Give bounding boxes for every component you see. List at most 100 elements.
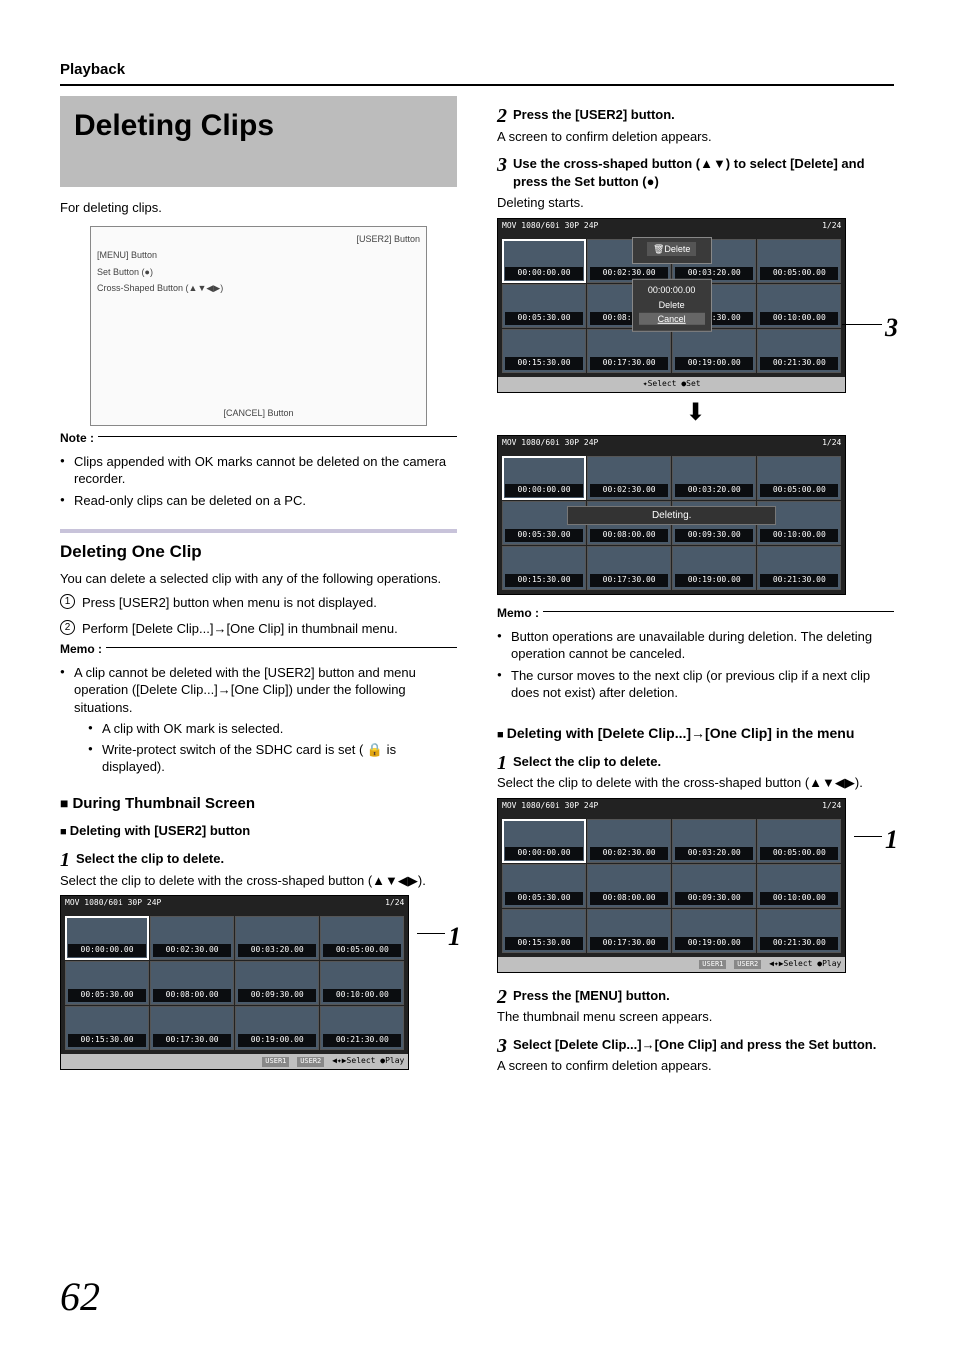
thumbnail-cell[interactable]: 00:00:00.00	[502, 239, 586, 283]
arrow-down-icon: ⬇	[497, 397, 894, 429]
thumbnail-timecode: 00:05:30.00	[505, 529, 583, 542]
tag-user2: USER2	[297, 1057, 324, 1066]
thumbnail-cell[interactable]: 00:15:30.00	[502, 909, 586, 953]
thumbnail-cell[interactable]: 00:10:00.00	[320, 961, 404, 1005]
thumbnail-cell[interactable]: 00:19:00.00	[672, 909, 756, 953]
page-number: 62	[60, 1270, 100, 1324]
step-number: 3	[497, 152, 507, 179]
thumbnail-cell[interactable]: 00:21:30.00	[757, 546, 841, 590]
intro-text: For deleting clips.	[60, 199, 457, 217]
screen-count: 1/24	[822, 221, 841, 232]
step-3: 3 Use the cross-shaped button (▲▼) to se…	[497, 155, 894, 190]
note-item: Clips appended with OK marks cannot be d…	[60, 453, 457, 488]
thumbnail-timecode: 00:10:00.00	[760, 529, 838, 542]
thumbnail-cell[interactable]: 00:15:30.00	[502, 546, 586, 590]
tag-user1: USER1	[262, 1057, 289, 1066]
op-item: 2Perform [Delete Clip...]→[One Clip] in …	[60, 620, 457, 638]
thumbnail-cell[interactable]: 00:03:20.00	[672, 456, 756, 500]
thumbnail-cell[interactable]: 00:05:30.00	[502, 284, 586, 328]
thumbnail-timecode: 00:10:00.00	[323, 989, 401, 1002]
step-number: 2	[497, 984, 507, 1011]
thumbnail-cell[interactable]: 00:21:30.00	[757, 329, 841, 373]
thumbnail-cell[interactable]: 00:17:30.00	[587, 546, 671, 590]
tag-user1: USER1	[699, 960, 726, 969]
memo-title: Memo :	[60, 641, 106, 657]
screen-count: 1/24	[822, 438, 841, 449]
menu-step-2: 2 Press the [MENU] button.	[497, 987, 894, 1005]
memo-title: Memo :	[497, 605, 543, 621]
thumbnail-cell[interactable]: 00:00:00.00	[502, 819, 586, 863]
thumbnail-cell[interactable]: 00:02:30.00	[587, 819, 671, 863]
label-menu-button: [MENU] Button	[97, 249, 157, 261]
thumbnail-timecode: 00:05:30.00	[505, 892, 583, 905]
thumbnail-cell[interactable]: 00:19:00.00	[672, 329, 756, 373]
thumbnail-cell[interactable]: 00:00:00.00	[502, 456, 586, 500]
thumbnail-cell[interactable]: 00:17:30.00	[587, 329, 671, 373]
thumbnail-timecode: 00:02:30.00	[590, 267, 668, 280]
thumbnail-cell[interactable]: 00:19:00.00	[235, 1006, 319, 1050]
thumbnail-timecode: 00:05:00.00	[760, 484, 838, 497]
note-title: Note :	[60, 430, 98, 446]
thumbnail-timecode: 00:09:30.00	[675, 529, 753, 542]
thumbnail-cell[interactable]: 00:05:30.00	[502, 864, 586, 908]
tag-user2: USER2	[734, 960, 761, 969]
thumbnail-cell[interactable]: 00:21:30.00	[757, 909, 841, 953]
note-block: Note : Clips appended with OK marks cann…	[60, 436, 457, 509]
label-cancel-button: [CANCEL] Button	[223, 407, 293, 419]
thumbnail-cell[interactable]: 00:05:00.00	[757, 239, 841, 283]
thumbnail-timecode: 00:15:30.00	[505, 357, 583, 370]
thumbnail-cell[interactable]: 00:08:00.00	[587, 864, 671, 908]
thumbnail-timecode: 00:00:00.00	[505, 267, 583, 280]
step-1-body: Select the clip to delete with the cross…	[60, 872, 457, 890]
thumbnail-timecode: 00:19:00.00	[675, 574, 753, 587]
thumbnail-cell[interactable]: 00:02:30.00	[587, 456, 671, 500]
bottom-controls: ◀✦▶Select ●Play	[332, 1056, 404, 1065]
thumbnail-cell[interactable]: 00:09:30.00	[235, 961, 319, 1005]
thumbnail-timecode: 00:00:00.00	[68, 944, 146, 957]
divider-bar	[60, 529, 457, 533]
step-2-body: A screen to confirm deletion appears.	[497, 128, 894, 146]
thumbnail-cell[interactable]: 00:08:00.00	[150, 961, 234, 1005]
thumbnail-cell[interactable]: 00:05:00.00	[757, 456, 841, 500]
thumbnail-cell[interactable]: 00:17:30.00	[587, 909, 671, 953]
thumbnail-cell[interactable]: 00:15:30.00	[65, 1006, 149, 1050]
thumbnail-cell[interactable]: 00:15:30.00	[502, 329, 586, 373]
right-column: 2 Press the [USER2] button. A screen to …	[497, 96, 894, 1081]
thumbnail-cell[interactable]: 00:10:00.00	[757, 864, 841, 908]
thumbnail-timecode: 00:15:30.00	[505, 574, 583, 587]
memo-block-2: Memo : Button operations are unavailable…	[497, 611, 894, 702]
menu-step-3: 3 Select [Delete Clip...]→[One Clip] and…	[497, 1036, 894, 1054]
thumbnail-cell[interactable]: 00:09:30.00	[672, 864, 756, 908]
step-3-body: Deleting starts.	[497, 194, 894, 212]
memo-sub-item: A clip with OK mark is selected.	[88, 720, 457, 738]
callout-3: 3	[885, 310, 898, 345]
thumbnail-cell[interactable]: 00:03:20.00	[235, 916, 319, 960]
page-title: Deleting Clips	[74, 106, 443, 147]
menu-step-3-body: A screen to confirm deletion appears.	[497, 1057, 894, 1075]
delete-dialog: 🗑Delete	[632, 237, 712, 264]
callout-1b: 1	[885, 822, 898, 857]
thumbnail-cell[interactable]: 00:10:00.00	[757, 284, 841, 328]
one-clip-intro: You can delete a selected clip with any …	[60, 570, 457, 588]
dialog-cancel-option[interactable]: Cancel	[639, 312, 705, 324]
thumbnail-timecode: 00:03:20.00	[238, 944, 316, 957]
thumbnail-cell[interactable]: 00:19:00.00	[672, 546, 756, 590]
thumbnail-timecode: 00:17:30.00	[590, 937, 668, 950]
thumbnail-cell[interactable]: 00:21:30.00	[320, 1006, 404, 1050]
thumbnail-cell[interactable]: 00:03:20.00	[672, 819, 756, 863]
dialog-delete-option[interactable]: Delete	[639, 298, 705, 310]
memo-item: The cursor moves to the next clip (or pr…	[497, 667, 894, 702]
thumbnail-cell[interactable]: 00:05:00.00	[757, 819, 841, 863]
step-1: 1 Select the clip to delete.	[60, 850, 457, 868]
thumbnail-cell[interactable]: 00:02:30.00	[150, 916, 234, 960]
thumbnail-timecode: 00:05:30.00	[505, 312, 583, 325]
thumbnail-cell[interactable]: 00:05:30.00	[65, 961, 149, 1005]
thumbnail-cell[interactable]: 00:17:30.00	[150, 1006, 234, 1050]
memo-item: A clip cannot be deleted with the [USER2…	[60, 664, 457, 776]
thumbnail-cell[interactable]: 00:00:00.00	[65, 916, 149, 960]
thumbnail-timecode: 00:05:00.00	[760, 267, 838, 280]
thumbnail-cell[interactable]: 00:05:00.00	[320, 916, 404, 960]
step-number: 1	[497, 750, 507, 777]
thumbnail-timecode: 00:17:30.00	[590, 357, 668, 370]
note-item: Read-only clips can be deleted on a PC.	[60, 492, 457, 510]
